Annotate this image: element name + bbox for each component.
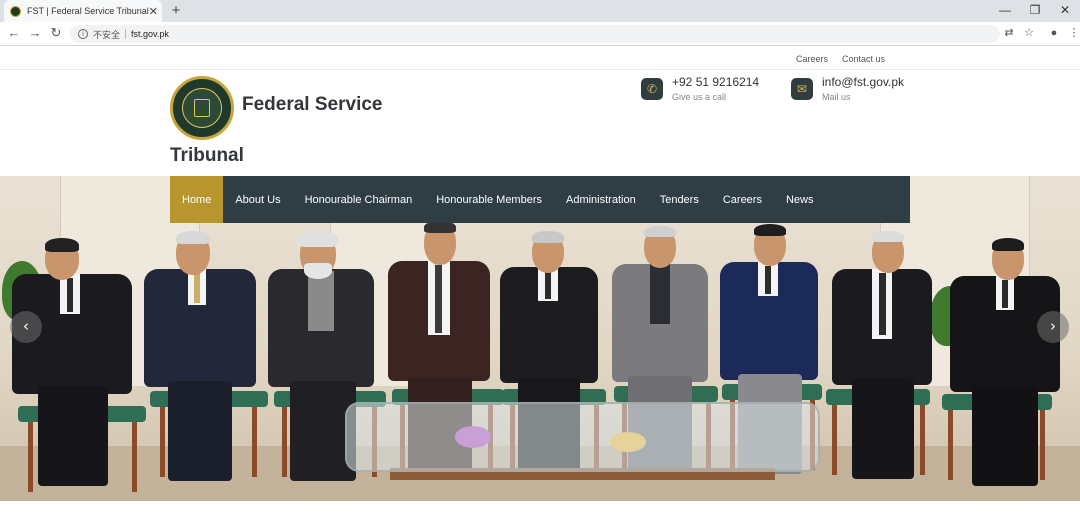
phone-icon: ✆ <box>641 78 663 100</box>
nav-careers[interactable]: Careers <box>711 176 774 223</box>
address-bar[interactable]: i 不安全 fst.gov.pk <box>70 25 1000 43</box>
minimize-button[interactable]: — <box>990 0 1020 22</box>
browser-tab-strip: FST | Federal Service Tribunal ✕ + — ❐ ✕ <box>0 0 1080 22</box>
top-link-contact[interactable]: Contact us <box>842 54 885 64</box>
email-caption: Mail us <box>822 92 851 102</box>
slider-next-button[interactable]: › <box>1037 311 1069 343</box>
brand-name-line1[interactable]: Federal Service <box>242 94 382 116</box>
new-tab-button[interactable]: + <box>168 2 184 20</box>
phone-caption: Give us a call <box>672 92 727 102</box>
forward-arrow-icon[interactable]: → <box>27 25 43 41</box>
nav-news[interactable]: News <box>774 176 826 223</box>
nav-about-us[interactable]: About Us <box>223 176 292 223</box>
brand-name-line2[interactable]: Tribunal <box>170 145 244 167</box>
reload-icon[interactable]: ↻ <box>48 25 64 41</box>
security-status: 不安全 <box>93 29 121 40</box>
url-text[interactable]: fst.gov.pk <box>131 29 169 39</box>
profile-icon[interactable]: ● <box>1046 25 1062 41</box>
tab-title: FST | Federal Service Tribunal <box>27 6 149 16</box>
seal-emblem <box>182 88 222 128</box>
menu-kebab-icon[interactable]: ⋮ <box>1066 25 1080 41</box>
email-address[interactable]: info@fst.gov.pk <box>822 75 904 89</box>
info-icon[interactable]: i <box>78 29 88 39</box>
divider <box>125 29 127 39</box>
close-window-button[interactable]: ✕ <box>1050 0 1080 22</box>
nav-honourable-chairman[interactable]: Honourable Chairman <box>293 176 425 223</box>
site-top-bar: Careers Contact us <box>0 46 1080 70</box>
phone-number[interactable]: +92 51 9216214 <box>672 75 759 89</box>
slider-prev-button[interactable]: ‹ <box>10 311 42 343</box>
nav-honourable-members[interactable]: Honourable Members <box>424 176 554 223</box>
nav-tenders[interactable]: Tenders <box>648 176 711 223</box>
nav-home[interactable]: Home <box>170 176 224 223</box>
window-controls: — ❐ ✕ <box>990 0 1080 22</box>
site-favicon-icon <box>10 5 21 17</box>
restore-button[interactable]: ❐ <box>1020 0 1050 22</box>
translate-icon[interactable]: ⇄ <box>1001 25 1017 41</box>
hero-slider-image <box>0 176 1080 501</box>
glass-table <box>345 402 820 472</box>
browser-tab[interactable]: FST | Federal Service Tribunal ✕ <box>4 0 162 22</box>
back-arrow-icon[interactable]: ← <box>6 25 22 41</box>
top-link-careers[interactable]: Careers <box>796 54 828 64</box>
nav-administration[interactable]: Administration <box>554 176 648 223</box>
bookmark-star-icon[interactable]: ☆ <box>1021 25 1037 41</box>
mail-icon: ✉ <box>791 78 813 100</box>
fst-logo-seal[interactable] <box>170 76 234 140</box>
main-nav: Home About Us Honourable Chairman Honour… <box>170 176 910 223</box>
tab-close-icon[interactable]: ✕ <box>149 5 158 18</box>
address-toolbar: ← → ↻ i 不安全 fst.gov.pk ⇄ ☆ ● ⋮ <box>0 22 1080 46</box>
